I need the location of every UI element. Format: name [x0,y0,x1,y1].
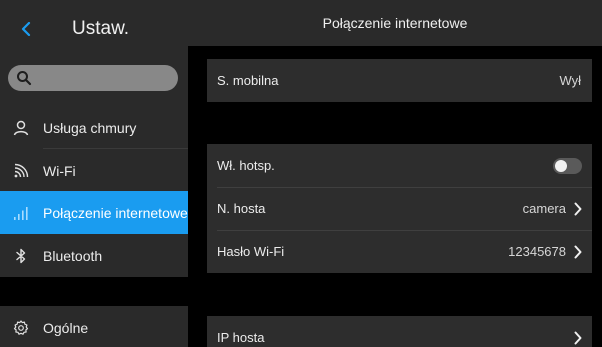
wifi-password-value: 12345678 [508,244,566,259]
hotspot-toggle-row: Wł. hotsp. [207,144,592,187]
mobile-data-row[interactable]: S. mobilna Wył [207,59,592,102]
sidebar: Ustaw. Usługa chmury Wi-Fi Połączenie in… [0,0,188,347]
sidebar-item-label: Bluetooth [43,248,103,264]
settings-screen: Ustaw. Usługa chmury Wi-Fi Połączenie in… [0,0,602,347]
host-name-label: N. hosta [217,201,266,216]
toggle-knob [555,160,567,172]
signal-icon [12,204,30,222]
main-panel: Połączenie internetowe S. mobilna Wył Wł… [188,0,602,347]
sidebar-item-general[interactable]: Ogólne [0,306,188,347]
chevron-left-icon [21,22,31,36]
chevron-right-icon [574,202,582,216]
sidebar-item-bluetooth[interactable]: Bluetooth [0,234,188,277]
search-icon [17,71,32,86]
wifi-icon [12,162,30,180]
sidebar-item-internet-connection[interactable]: Połączenie internetowe [0,191,188,234]
hotspot-toggle-label: Wł. hotsp. [217,158,275,173]
chevron-right-icon [574,331,582,345]
wifi-password-label: Hasło Wi-Fi [217,244,285,259]
main-header: Połączenie internetowe [188,0,602,46]
bluetooth-icon [12,247,30,265]
mobile-card: S. mobilna Wył [207,59,592,102]
host-ip-label: IP hosta [217,330,265,345]
host-ip-card: IP hosta [207,316,592,347]
person-icon [12,119,30,137]
search-input[interactable] [8,65,178,91]
hotspot-toggle[interactable] [553,158,582,174]
sidebar-item-cloud-service[interactable]: Usługa chmury [0,106,188,149]
mobile-data-value: Wył [559,73,581,88]
host-ip-row[interactable]: IP hosta [207,316,592,347]
back-button[interactable] [18,19,34,39]
mobile-data-label: S. mobilna [217,73,279,88]
hotspot-card: Wł. hotsp. N. hosta camera Hasło Wi-Fi 1… [207,144,592,273]
sidebar-title: Ustaw. [72,18,130,39]
main-title-wrap: Połączenie internetowe [188,0,602,46]
sidebar-spacer [0,277,188,306]
chevron-right-icon [574,245,582,259]
sidebar-item-label: Usługa chmury [43,120,137,136]
sidebar-header: Ustaw. [0,0,188,56]
page-title: Połączenie internetowe [322,15,468,31]
gear-icon [12,319,30,337]
sidebar-item-label: Ogólne [43,320,89,336]
host-name-row[interactable]: N. hosta camera [207,187,592,230]
host-name-value: camera [522,201,566,216]
wifi-password-row[interactable]: Hasło Wi-Fi 12345678 [207,230,592,273]
sidebar-item-wifi[interactable]: Wi-Fi [0,149,188,192]
sidebar-item-label: Połączenie internetowe [43,205,188,221]
sidebar-item-label: Wi-Fi [43,163,76,179]
